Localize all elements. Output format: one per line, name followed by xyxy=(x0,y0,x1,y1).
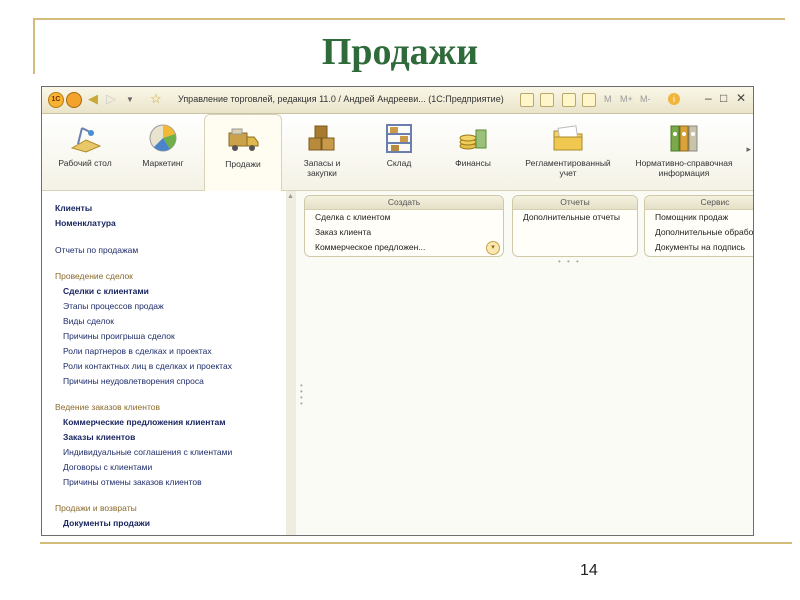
create-item[interactable]: Сделка с клиентом xyxy=(305,210,503,225)
section-label: Финансы xyxy=(455,158,491,168)
truck-icon xyxy=(226,123,260,155)
main-menu-button[interactable] xyxy=(66,92,82,108)
coins-icon xyxy=(456,122,490,154)
nav-item-sales-reports[interactable]: Отчеты по продажам xyxy=(55,245,138,255)
nav-item[interactable]: Сделки с клиентами xyxy=(63,286,149,296)
desk-lamp-icon xyxy=(68,122,102,154)
print-icon[interactable] xyxy=(540,93,554,107)
vertical-splitter-handle[interactable]: • • • • xyxy=(300,382,303,408)
nav-group-title: Продажи и возвраты xyxy=(55,503,137,513)
chevron-down-icon[interactable]: ▾ xyxy=(486,241,500,255)
warehouse-shelf-icon xyxy=(382,122,416,154)
memory-plus-button[interactable]: M+ xyxy=(620,94,633,104)
nav-item[interactable]: Причины проигрыша сделок xyxy=(63,331,175,341)
nav-group-title: Проведение сделок xyxy=(55,271,133,281)
calculator-icon[interactable] xyxy=(562,93,576,107)
section-sales[interactable]: Продажи xyxy=(204,114,282,192)
navigation-panel: Клиенты Номенклатура Отчеты по продажам … xyxy=(42,191,287,535)
window-titlebar: 1С ◀ ▷ ▼ ☆ Управление торговлей, редакци… xyxy=(42,87,753,114)
panel-reports-title: Отчеты xyxy=(513,196,637,210)
section-label: Рабочий стол xyxy=(58,158,112,168)
back-arrow-icon[interactable]: ◀ xyxy=(88,91,98,107)
folder-icon xyxy=(551,122,585,154)
slide-top-rule xyxy=(33,18,785,20)
pie-chart-icon xyxy=(146,122,180,154)
forward-arrow-icon[interactable]: ▷ xyxy=(106,91,116,107)
memory-minus-button[interactable]: M- xyxy=(640,94,651,104)
nav-item[interactable]: Этапы процессов продаж xyxy=(63,301,164,311)
panel-create-title: Создать xyxy=(305,196,503,210)
sections-toolbar: Рабочий стол Маркетинг Продажи Запасы и … xyxy=(42,114,753,192)
nav-item[interactable]: Индивидуальные соглашения с клиентами xyxy=(63,447,232,457)
nav-item[interactable]: Причины отмены заказов клиентов xyxy=(63,477,202,487)
nav-group-title: Ведение заказов клиентов xyxy=(55,402,160,412)
maximize-button[interactable]: □ xyxy=(720,91,727,105)
create-item[interactable]: Коммерческое предложен... xyxy=(305,240,503,255)
section-label: Нормативно-справочная информация xyxy=(635,158,733,178)
history-dropdown-icon[interactable]: ▼ xyxy=(126,95,134,104)
nav-item[interactable]: Виды сделок xyxy=(63,316,114,326)
add-favorite-icon[interactable] xyxy=(520,93,534,107)
content-area: Создать Сделка с клиентом Заказ клиента … xyxy=(296,191,753,535)
panel-service: Сервис Помощник продаж Дополнительные об… xyxy=(644,195,753,257)
nav-item-clients[interactable]: Клиенты xyxy=(55,203,92,213)
section-regulated-accounting[interactable]: Регламентированный учет xyxy=(516,114,620,190)
section-label: Запасы и закупки xyxy=(303,158,341,178)
service-item[interactable]: Дополнительные обработки xyxy=(645,225,753,240)
section-marketing[interactable]: Маркетинг xyxy=(128,114,198,190)
page-number: 14 xyxy=(580,562,598,579)
section-desktop[interactable]: Рабочий стол xyxy=(56,114,114,190)
memory-button[interactable]: M xyxy=(604,94,612,104)
nav-item[interactable]: Документы продажи xyxy=(63,518,150,528)
section-label: Регламентированный учет xyxy=(525,158,611,178)
app-window: 1С ◀ ▷ ▼ ☆ Управление торговлей, редакци… xyxy=(41,86,754,536)
minimize-button[interactable]: – xyxy=(705,91,712,105)
binders-icon xyxy=(667,122,701,154)
service-item[interactable]: Помощник продаж xyxy=(645,210,753,225)
calendar-icon[interactable] xyxy=(582,93,596,107)
create-item[interactable]: Заказ клиента xyxy=(305,225,503,240)
nav-item[interactable]: Роли партнеров в сделках и проектах xyxy=(63,346,212,356)
nav-item[interactable]: Коммерческие предложения клиентам xyxy=(63,417,226,427)
panel-service-title: Сервис xyxy=(645,196,753,210)
window-title: Управление торговлей, редакция 11.0 / Ан… xyxy=(178,94,504,104)
section-stocks[interactable]: Запасы и закупки xyxy=(286,114,358,190)
section-reference-info[interactable]: Нормативно-справочная информация xyxy=(626,114,742,190)
slide-bottom-rule xyxy=(40,542,792,544)
service-item[interactable]: Документы на подпись xyxy=(645,240,753,255)
section-label: Маркетинг xyxy=(142,158,184,168)
panel-create: Создать Сделка с клиентом Заказ клиента … xyxy=(304,195,504,257)
toolbar-scroll-right-icon[interactable]: ▸ xyxy=(746,144,751,155)
boxes-icon xyxy=(305,122,339,154)
section-warehouse[interactable]: Склад xyxy=(364,114,434,190)
section-finance[interactable]: Финансы xyxy=(440,114,506,190)
slide-title: Продажи xyxy=(321,31,479,73)
section-label: Продажи xyxy=(225,159,261,169)
info-icon[interactable]: i xyxy=(668,93,680,105)
scroll-up-arrow-icon[interactable]: ▲ xyxy=(287,193,294,200)
section-label: Склад xyxy=(386,158,412,168)
nav-item[interactable]: Причины неудовлетворения спроса xyxy=(63,376,204,386)
splitter-handle[interactable]: • • • xyxy=(558,257,581,266)
close-button[interactable]: ✕ xyxy=(736,91,746,105)
panel-reports: Отчеты Дополнительные отчеты xyxy=(512,195,638,257)
nav-item-nomenclature[interactable]: Номенклатура xyxy=(55,218,116,228)
reports-item[interactable]: Дополнительные отчеты xyxy=(513,210,637,225)
1c-logo-icon[interactable]: 1С xyxy=(48,92,64,108)
nav-item[interactable]: Договоры с клиентами xyxy=(63,462,152,472)
nav-item[interactable]: Роли контактных лиц в сделках и проектах xyxy=(63,361,232,371)
favorites-star-icon[interactable]: ☆ xyxy=(150,91,162,107)
nav-item[interactable]: Заказы клиентов xyxy=(63,432,135,442)
